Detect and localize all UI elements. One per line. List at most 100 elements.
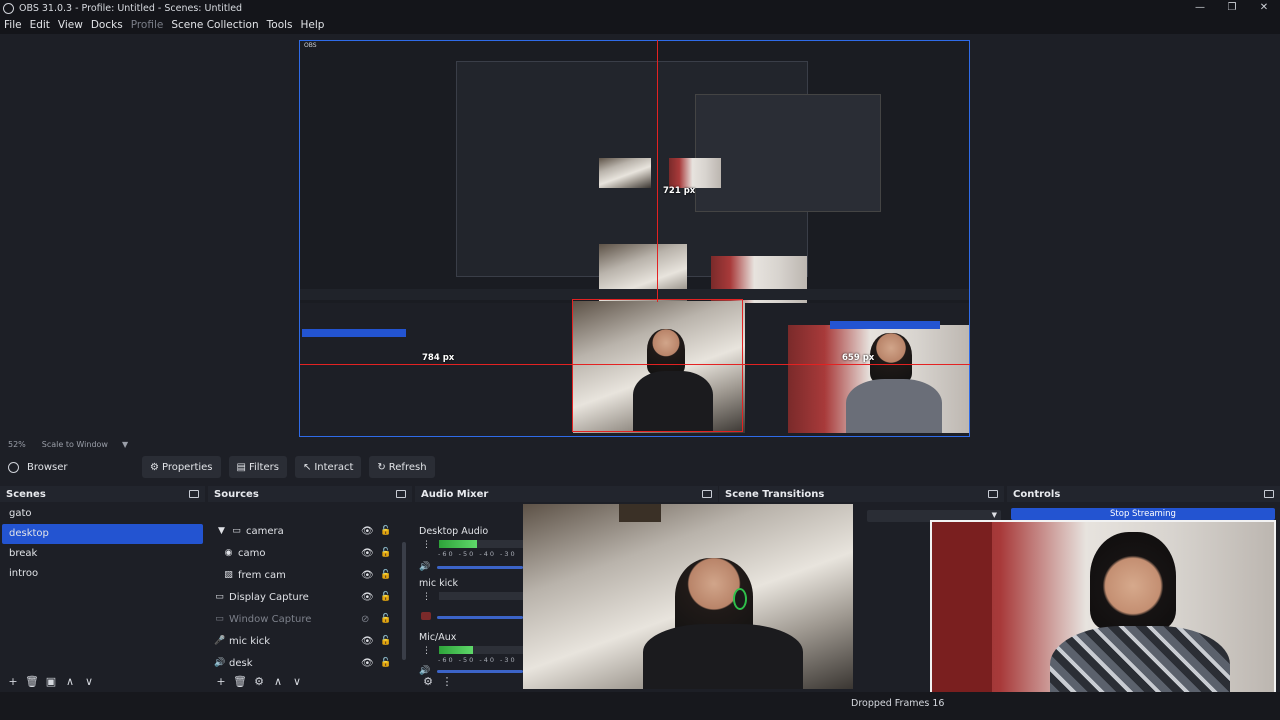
menu-edit[interactable]: Edit [30, 19, 50, 31]
sources-list: ▼ ▭ camera 👁 🔓 ◉ camo 👁 🔓 ▨ frem cam 👁 🔓… [208, 502, 412, 669]
eye-icon[interactable]: 👁 [361, 526, 374, 537]
volume-fader[interactable] [437, 566, 523, 569]
refresh-button[interactable]: ↻ Refresh [369, 456, 435, 478]
undock-icon[interactable] [988, 490, 998, 498]
menu-bar: File Edit View Docks Profile Scene Colle… [0, 16, 1280, 34]
lock-icon[interactable]: 🔓 [380, 658, 391, 668]
scene-item-gato[interactable]: gato [2, 504, 203, 524]
add-source-icon[interactable]: + [212, 675, 230, 688]
status-bar: Dropped Frames 16 [0, 692, 1280, 720]
nested-camera-right [788, 325, 969, 433]
lock-icon[interactable]: 🔓 [380, 614, 391, 624]
meter-scale: -60 -50 -40 -30 [438, 656, 517, 664]
undock-icon[interactable] [189, 490, 199, 498]
lock-icon[interactable]: 🔓 [380, 592, 391, 602]
eye-icon[interactable]: 👁 [361, 548, 374, 559]
menu-help[interactable]: Help [301, 19, 325, 31]
menu-tools[interactable]: Tools [267, 19, 293, 31]
eye-icon[interactable]: 👁 [361, 636, 374, 647]
scene-item-desktop[interactable]: desktop [2, 524, 203, 544]
lock-icon[interactable]: 🔓 [380, 526, 391, 536]
eye-icon[interactable]: 👁 [361, 658, 374, 669]
source-label: desk [229, 657, 253, 669]
source-item-desk[interactable]: 🔊 desk 👁 🔓 [208, 653, 404, 673]
wall-frame [619, 504, 661, 522]
headphone-icon [733, 588, 747, 610]
scale-mode-select[interactable]: Scale to Window [42, 440, 108, 449]
lock-icon[interactable]: 🔓 [380, 636, 391, 646]
gear-icon[interactable]: ⚙ [419, 675, 437, 688]
menu-profile[interactable]: Profile [131, 19, 164, 31]
move-down-icon[interactable]: ∨ [288, 675, 306, 688]
menu-view[interactable]: View [58, 19, 83, 31]
person-head [870, 333, 912, 383]
muted-speaker-icon[interactable] [421, 612, 431, 620]
source-item-camera[interactable]: ▼ ▭ camera 👁 🔓 [208, 521, 404, 541]
move-up-icon[interactable]: ∧ [61, 675, 79, 688]
kebab-menu-icon[interactable]: ⋮ [422, 646, 431, 656]
chevron-down-icon[interactable]: ▼ [216, 526, 227, 536]
interact-button[interactable]: ↖ Interact [294, 456, 362, 478]
undock-icon[interactable] [396, 490, 406, 498]
eye-hidden-icon[interactable]: ⊘ [361, 614, 369, 625]
maximize-button[interactable]: ❐ [1216, 0, 1248, 16]
scene-item-break[interactable]: break [2, 544, 203, 564]
stop-streaming-button[interactable]: Stop Streaming [1011, 508, 1275, 520]
audio-mixer-header: Audio Mixer [415, 486, 718, 502]
menu-file[interactable]: File [4, 19, 22, 31]
move-down-icon[interactable]: ∨ [80, 675, 98, 688]
filter-icon[interactable]: ▣ [42, 675, 60, 688]
controls-title: Controls [1013, 488, 1061, 500]
volume-fader[interactable] [437, 670, 523, 673]
source-item-mic-kick[interactable]: 🎤 mic kick 👁 🔓 [208, 631, 404, 651]
window-controls: — ❐ ✕ [1184, 0, 1280, 16]
undock-icon[interactable] [1264, 490, 1274, 498]
properties-button[interactable]: ⚙ Properties [142, 456, 221, 478]
volume-fader[interactable] [437, 616, 523, 619]
selection-box[interactable] [572, 299, 743, 432]
kebab-menu-icon[interactable]: ⋮ [438, 675, 456, 688]
menu-scene-collection[interactable]: Scene Collection [171, 19, 258, 31]
gear-icon[interactable]: ⚙ [250, 675, 268, 688]
sources-header: Sources [208, 486, 412, 502]
menu-docks[interactable]: Docks [91, 19, 123, 31]
kebab-menu-icon[interactable]: ⋮ [422, 592, 431, 602]
minimize-button[interactable]: — [1184, 0, 1216, 16]
source-name-label: Browser [27, 461, 68, 473]
meter-scale: -60 -50 -40 -30 [438, 550, 517, 558]
window-title: OBS 31.0.3 - Profile: Untitled - Scenes:… [19, 2, 243, 14]
source-item-window-capture[interactable]: ▭ Window Capture ⊘ 🔓 [208, 609, 404, 629]
source-item-display-capture[interactable]: ▭ Display Capture 👁 🔓 [208, 587, 404, 607]
filters-button[interactable]: ▤ Filters [228, 456, 287, 478]
add-scene-icon[interactable]: + [4, 675, 22, 688]
sources-scrollbar[interactable] [402, 542, 406, 660]
trash-icon[interactable]: 🗑 [231, 675, 249, 688]
display-icon: ▭ [215, 592, 224, 602]
speaker-icon[interactable]: 🔊 [419, 562, 430, 572]
undock-icon[interactable] [702, 490, 712, 498]
sources-footer: + 🗑 ⚙ ∧ ∨ [212, 675, 307, 688]
camera-icon: ◉ [224, 548, 233, 558]
scene-item-introo[interactable]: introo [2, 564, 203, 584]
trash-icon[interactable]: 🗑 [23, 675, 41, 688]
chevron-down-icon[interactable]: ▼ [122, 440, 128, 449]
scene-transitions-header: Scene Transitions [719, 486, 1004, 502]
close-button[interactable]: ✕ [1248, 0, 1280, 16]
window-icon: ▭ [215, 614, 224, 624]
source-label: camo [238, 547, 266, 559]
move-up-icon[interactable]: ∧ [269, 675, 287, 688]
lock-icon[interactable]: 🔓 [380, 548, 391, 558]
eye-icon[interactable]: 👁 [361, 570, 374, 581]
eye-icon[interactable]: 👁 [361, 592, 374, 603]
filter-icon: ▤ [236, 461, 246, 473]
nested-camera-feed [599, 158, 651, 188]
kebab-menu-icon[interactable]: ⋮ [422, 540, 431, 550]
lock-icon[interactable]: 🔓 [380, 570, 391, 580]
person-body [643, 624, 803, 689]
source-item-camo[interactable]: ◉ camo 👁 🔓 [208, 543, 404, 563]
controls-header: Controls [1007, 486, 1280, 502]
channel-name: Desktop Audio [419, 526, 489, 537]
gear-icon: ⚙ [150, 461, 159, 473]
source-item-frem-cam[interactable]: ▨ frem cam 👁 🔓 [208, 565, 404, 585]
sources-title: Sources [214, 488, 259, 500]
